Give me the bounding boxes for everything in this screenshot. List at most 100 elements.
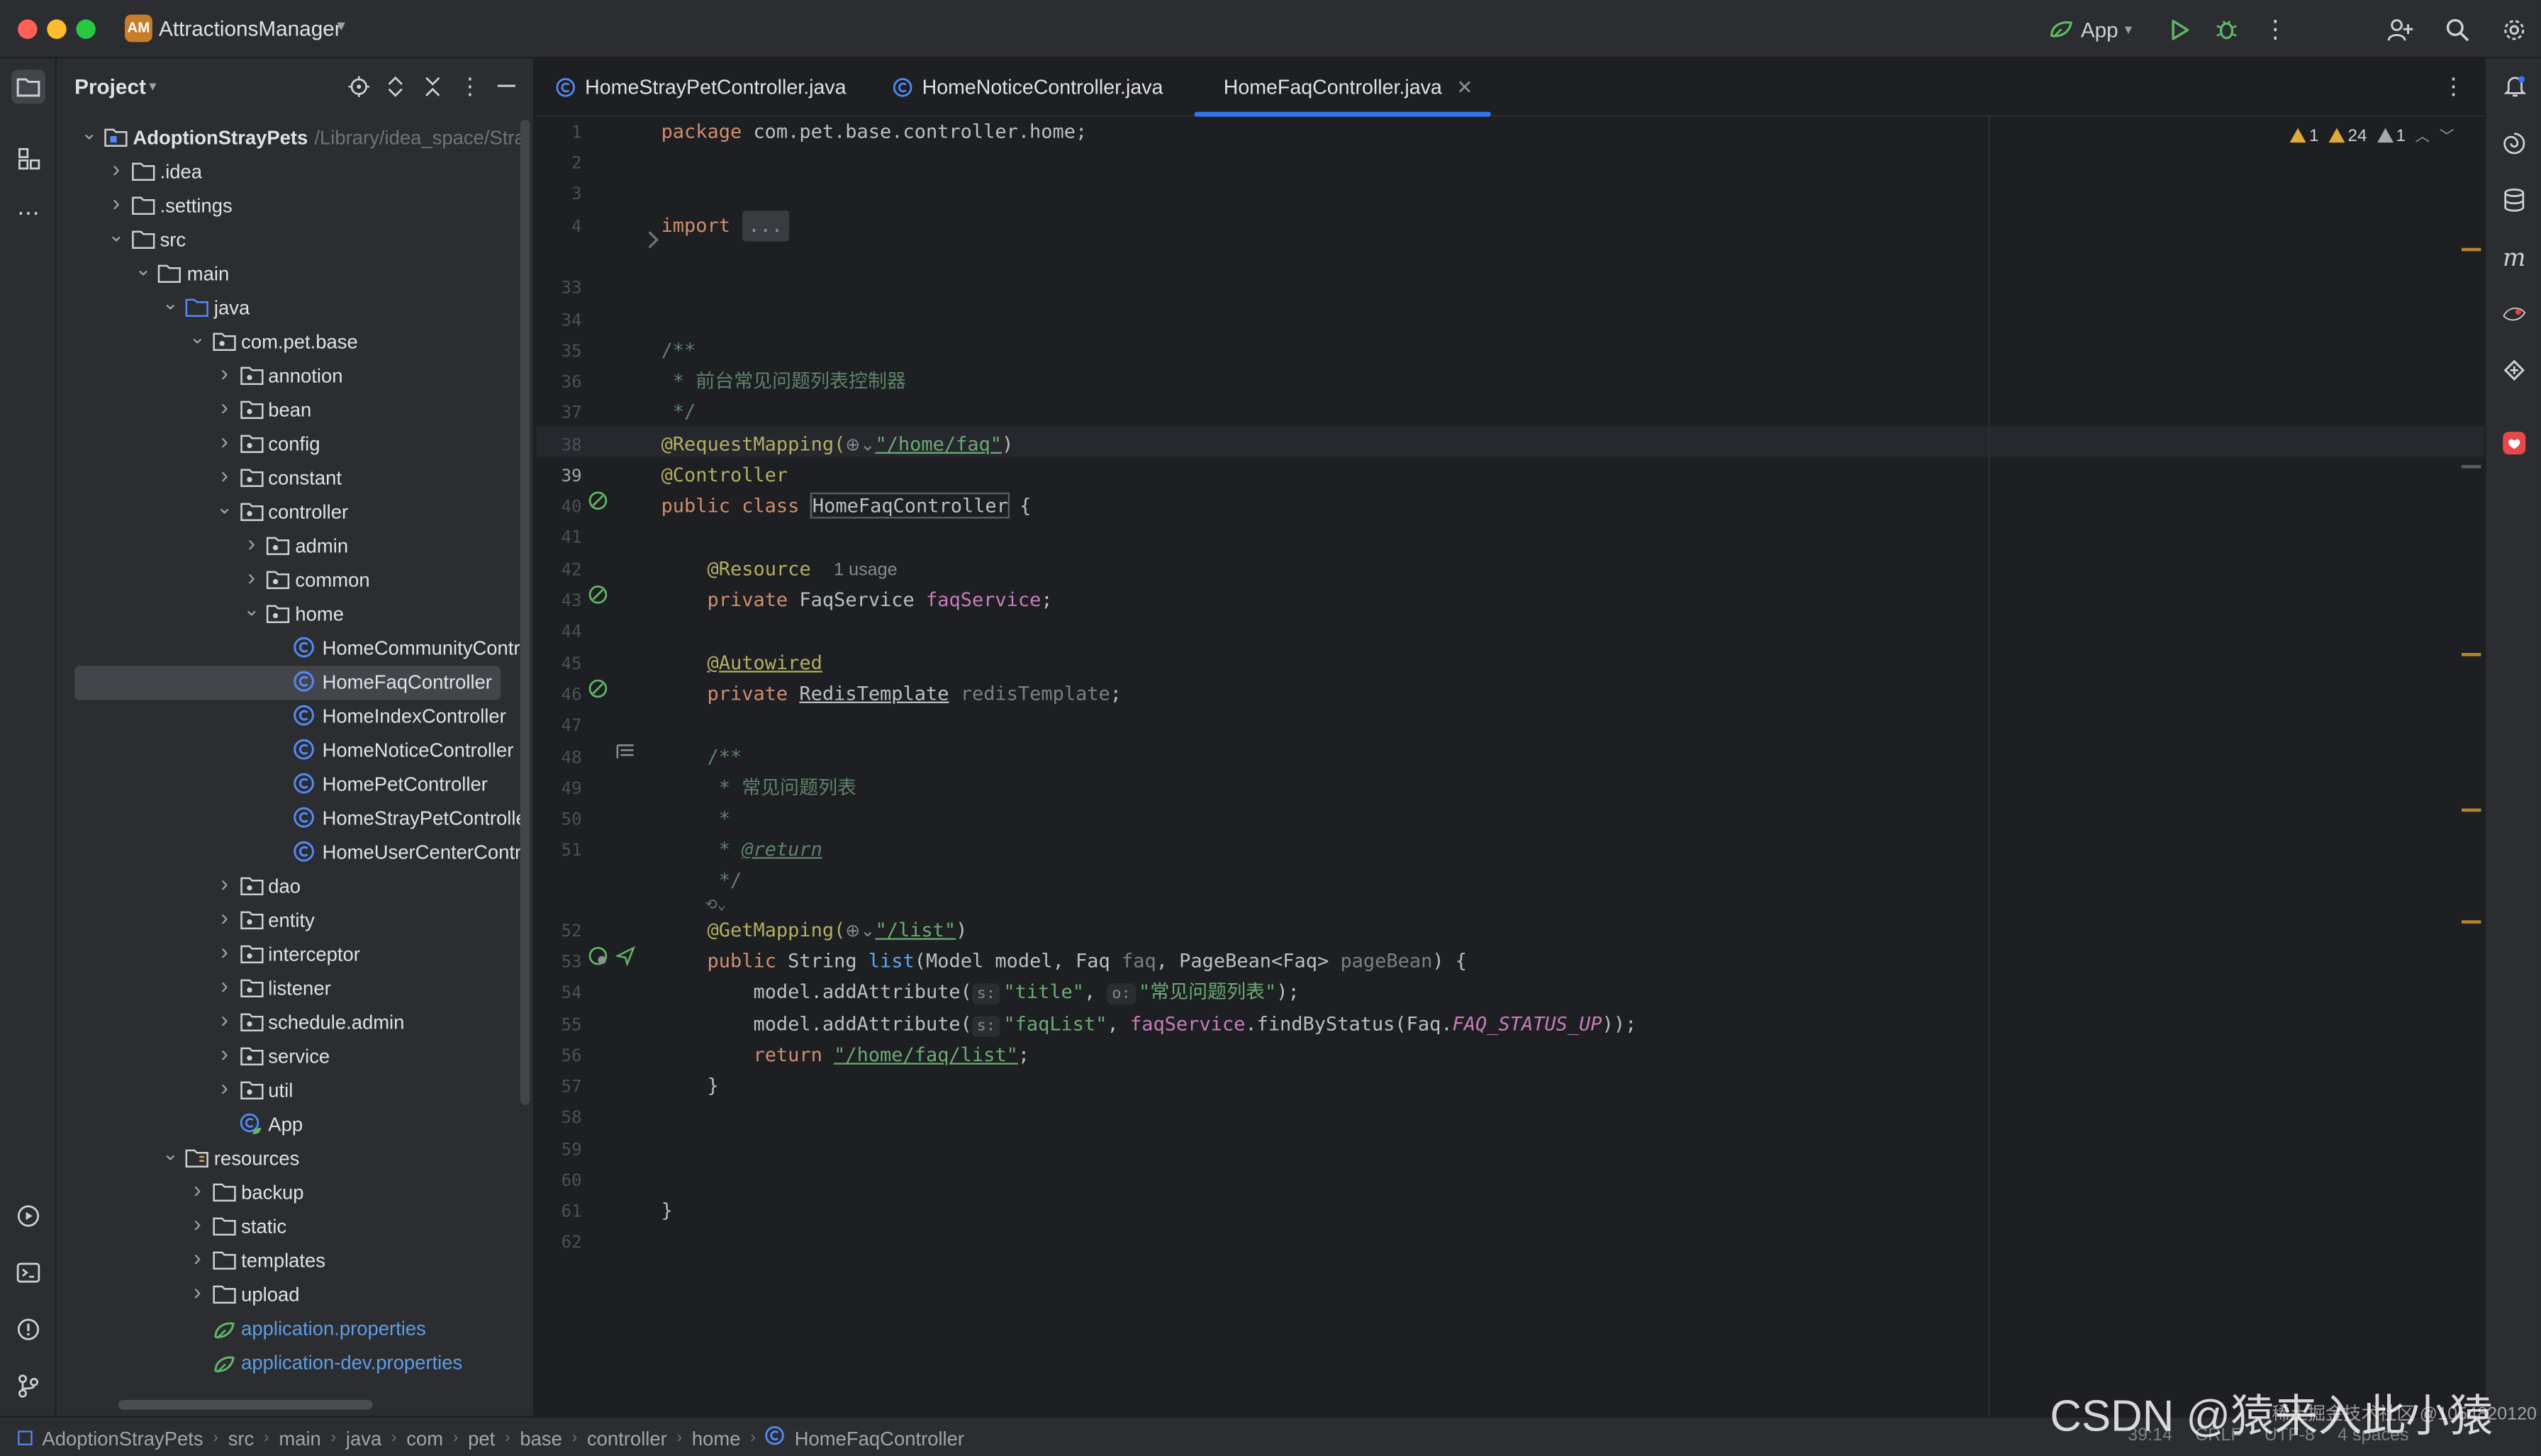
tree-item[interactable]: ⌄ controller xyxy=(57,495,533,530)
plugin-red-icon[interactable] xyxy=(2497,426,2531,460)
tree-item[interactable]: application.properties xyxy=(57,1312,533,1346)
tree-item[interactable]: ⌄ resources xyxy=(57,1142,533,1176)
tree-item[interactable]: HomeStrayPetControlle xyxy=(57,802,533,836)
structure-icon[interactable] xyxy=(11,141,45,175)
problems-icon[interactable] xyxy=(11,1312,45,1346)
request-mapping-icon[interactable] xyxy=(615,946,635,966)
tree-item[interactable]: › .settings xyxy=(57,189,533,223)
tab-home-notice-controller[interactable]: HomeNoticeController.java xyxy=(893,58,1163,116)
chevron-right-icon[interactable]: › xyxy=(188,1176,207,1202)
chevron-right-icon[interactable]: › xyxy=(106,189,125,215)
tree-item[interactable]: › templates xyxy=(57,1244,533,1278)
run-icon[interactable] xyxy=(2163,13,2196,45)
rendered-doc-icon[interactable] xyxy=(616,742,635,761)
close-window-button[interactable] xyxy=(18,19,38,39)
chevron-right-icon[interactable]: › xyxy=(215,870,234,896)
chevron-right-icon[interactable]: › xyxy=(188,1278,207,1304)
breadcrumb-item[interactable]: home xyxy=(692,1427,741,1450)
minimize-window-button[interactable] xyxy=(47,19,67,39)
project-panel-title[interactable]: Project xyxy=(74,74,146,99)
chevron-right-icon[interactable]: › xyxy=(215,1006,234,1032)
more-actions-icon[interactable]: ⋮ xyxy=(2259,13,2291,45)
tree-item[interactable]: App xyxy=(57,1108,533,1142)
warning-stripe[interactable] xyxy=(2461,653,2481,656)
chevron-right-icon[interactable]: › xyxy=(242,564,261,590)
tree-item[interactable]: HomeNoticeController xyxy=(57,734,533,768)
spring-web-icon[interactable] xyxy=(588,946,608,965)
spring-bean-icon[interactable] xyxy=(588,679,608,698)
project-tree-horizontal-scrollbar[interactable] xyxy=(118,1399,373,1410)
breadcrumb-item[interactable]: base xyxy=(520,1427,562,1450)
chevron-down-icon[interactable]: ﹀ xyxy=(2440,125,2455,146)
breadcrumb-item[interactable]: HomeFaqController xyxy=(795,1427,964,1450)
tree-item[interactable]: ⌄ AdoptionStrayPets/Library/idea_space/St… xyxy=(57,121,533,155)
tree-item[interactable]: HomePetController xyxy=(57,768,533,802)
breadcrumb-item[interactable]: src xyxy=(228,1427,255,1450)
chevron-down-icon[interactable]: ⌄ xyxy=(79,121,99,144)
ai-assistant-icon[interactable] xyxy=(2497,126,2531,160)
tree-item[interactable]: › entity xyxy=(57,904,533,938)
settings-gear-icon[interactable] xyxy=(2497,13,2530,45)
tree-item[interactable]: ⌄ java xyxy=(57,291,533,325)
folded-imports[interactable]: ... xyxy=(742,211,790,242)
tree-item[interactable]: › upload xyxy=(57,1278,533,1312)
spring-bean-icon[interactable] xyxy=(588,491,608,510)
globe-icon[interactable]: ⊕⌄ xyxy=(845,436,875,455)
tree-item[interactable]: ⌄ home xyxy=(57,598,533,632)
tree-item[interactable]: › .idea xyxy=(57,155,533,189)
chevron-right-icon[interactable]: › xyxy=(215,938,234,964)
warning-stripe[interactable] xyxy=(2461,920,2481,924)
tree-item[interactable]: ⌄ src xyxy=(57,223,533,257)
tree-item[interactable]: › annotion xyxy=(57,359,533,393)
tree-item[interactable]: HomeFaqController xyxy=(57,666,533,700)
tree-item[interactable]: › config xyxy=(57,427,533,461)
terminal-icon[interactable] xyxy=(11,1255,45,1289)
chevron-right-icon[interactable]: › xyxy=(106,155,125,181)
expand-all-icon[interactable] xyxy=(382,73,408,99)
tree-item[interactable]: application-dev.properties xyxy=(57,1346,533,1380)
search-icon[interactable] xyxy=(2440,13,2473,45)
warning-stripe[interactable] xyxy=(2461,808,2481,812)
tree-item[interactable]: ⌄ main xyxy=(57,257,533,291)
tab-home-stray-pet-controller[interactable]: HomeStrayPetController.java xyxy=(556,58,847,116)
chevron-right-icon[interactable]: › xyxy=(215,972,234,998)
chevron-down-icon[interactable]: ▾ xyxy=(149,78,156,96)
chevron-down-icon[interactable]: ⌄ xyxy=(160,1142,179,1165)
tree-item[interactable]: HomeIndexController xyxy=(57,700,533,734)
chevron-right-icon[interactable]: › xyxy=(188,1210,207,1236)
chevron-right-icon[interactable]: › xyxy=(188,1244,207,1270)
hide-panel-icon[interactable] xyxy=(493,73,519,99)
project-badge[interactable]: AM xyxy=(124,14,152,43)
tree-item[interactable]: ⌄ com.pet.base xyxy=(57,325,533,359)
panel-options-icon[interactable]: ⋮ xyxy=(457,72,484,99)
tree-item[interactable]: › interceptor xyxy=(57,938,533,972)
warning-stripe[interactable] xyxy=(2461,247,2481,252)
chevron-up-icon[interactable]: ︿ xyxy=(2416,125,2430,146)
chevron-right-icon[interactable]: › xyxy=(242,530,261,556)
tree-item[interactable]: › static xyxy=(57,1210,533,1244)
chevron-right-icon[interactable]: › xyxy=(215,393,234,420)
editor-gutter[interactable]: 1 2 3 4 33 34 35 36 37 38 39 40 41 42 43 44 45 46 47 48 49 50… xyxy=(537,117,660,1416)
chevron-right-icon[interactable]: › xyxy=(215,359,234,386)
tree-item[interactable]: › dao xyxy=(57,870,533,904)
breadcrumb-item[interactable]: com xyxy=(406,1427,443,1450)
chevron-right-icon[interactable]: › xyxy=(215,461,234,488)
notifications-bell-icon[interactable] xyxy=(2497,69,2531,103)
chevron-down-icon[interactable]: ⌄ xyxy=(133,257,152,280)
tree-item[interactable]: › service xyxy=(57,1040,533,1074)
breadcrumb-item[interactable]: java xyxy=(346,1427,381,1450)
git-branch-icon[interactable] xyxy=(11,1369,45,1403)
chevron-down-icon[interactable]: ⌄ xyxy=(215,495,234,518)
chevron-right-icon[interactable]: › xyxy=(215,1074,234,1100)
tree-item[interactable]: › admin xyxy=(57,530,533,564)
tree-item[interactable]: HomeUserCenterContr xyxy=(57,836,533,870)
services-icon[interactable] xyxy=(11,1199,45,1233)
fold-arrow-icon[interactable] xyxy=(643,230,662,250)
tree-item[interactable]: › schedule.admin xyxy=(57,1006,533,1040)
project-tree-vertical-scrollbar[interactable] xyxy=(520,120,530,1105)
locate-file-icon[interactable] xyxy=(345,73,372,99)
chevron-right-icon[interactable]: › xyxy=(215,904,234,930)
breadcrumb-item[interactable]: pet xyxy=(468,1427,495,1450)
breadcrumb-item[interactable]: main xyxy=(279,1427,320,1450)
chevron-down-icon[interactable]: ▾ xyxy=(337,18,345,35)
